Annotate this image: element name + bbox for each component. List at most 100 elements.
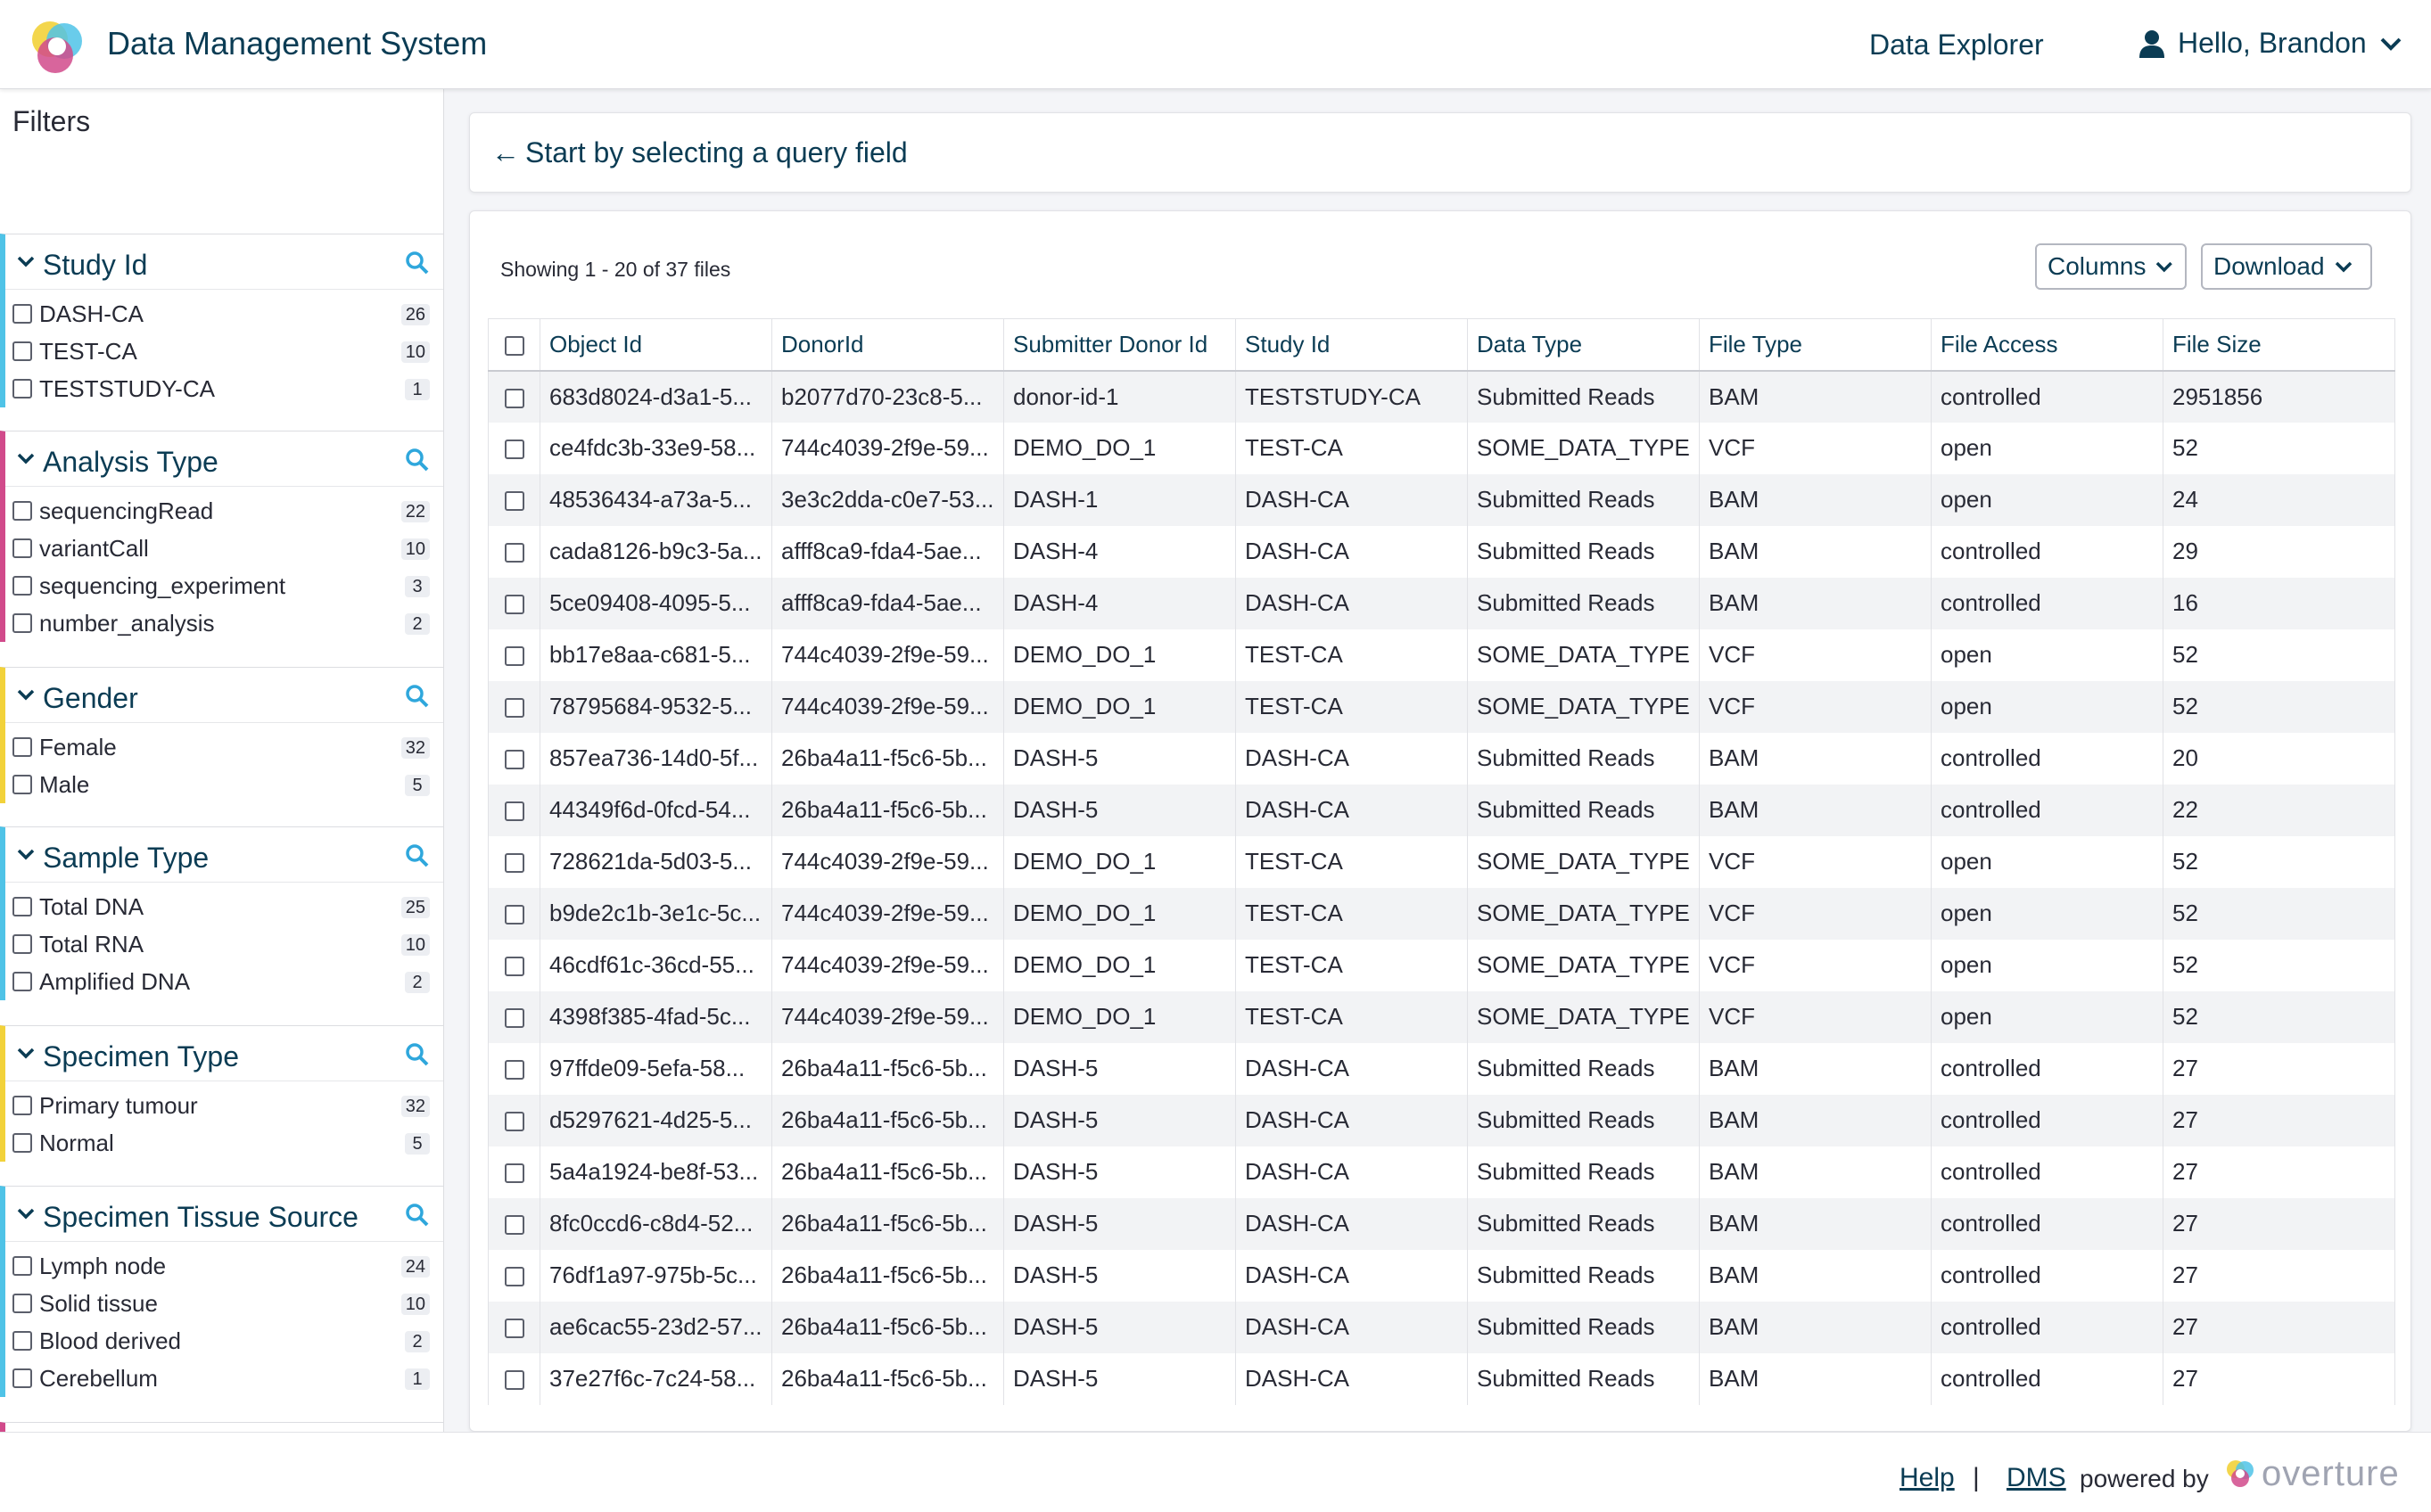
chevron-down-icon[interactable] bbox=[16, 1046, 36, 1060]
chevron-down-icon[interactable] bbox=[16, 687, 36, 702]
column-header[interactable]: File Access bbox=[1931, 318, 2163, 372]
table-row[interactable]: 46cdf61c-36cd-55... 744c4039-2f9e-59... DE… bbox=[488, 939, 2395, 991]
filter-option[interactable]: sequencingRead 22 bbox=[5, 492, 443, 530]
row-checkbox[interactable] bbox=[504, 1319, 524, 1339]
table-row[interactable]: 48536434-a73a-5... 3e3c2dda-c0e7-53... DAS… bbox=[488, 473, 2395, 526]
app-title[interactable]: Data Management System bbox=[107, 25, 487, 62]
table-row[interactable]: 683d8024-d3a1-5... b2077d70-23c8-5... dono… bbox=[488, 370, 2395, 423]
filter-checkbox[interactable] bbox=[12, 1294, 32, 1313]
table-row[interactable]: 76df1a97-975b-5c... 26ba4a11-f5c6-5b... DA… bbox=[488, 1249, 2395, 1302]
row-checkbox[interactable] bbox=[504, 440, 524, 460]
filter-checkbox[interactable] bbox=[12, 613, 32, 633]
column-header[interactable]: DonorId bbox=[771, 318, 1004, 372]
chevron-down-icon[interactable] bbox=[16, 847, 36, 861]
row-checkbox[interactable] bbox=[504, 1112, 524, 1132]
filter-option[interactable]: sequencing_experiment 3 bbox=[5, 567, 443, 604]
filter-option[interactable]: Total DNA 25 bbox=[5, 888, 443, 925]
facet-header[interactable]: Study Id bbox=[5, 234, 443, 290]
filter-option[interactable]: Solid tissue 10 bbox=[5, 1285, 443, 1322]
search-icon[interactable] bbox=[405, 1042, 430, 1067]
dms-link[interactable]: DMS bbox=[2007, 1463, 2066, 1493]
row-checkbox[interactable] bbox=[504, 1370, 524, 1391]
row-checkbox[interactable] bbox=[504, 1060, 524, 1081]
table-row[interactable]: d5297621-4d25-5... 26ba4a11-f5c6-5b... DAS… bbox=[488, 1094, 2395, 1146]
column-header[interactable]: File Type bbox=[1699, 318, 1932, 372]
filter-checkbox[interactable] bbox=[12, 304, 32, 324]
select-all-checkbox[interactable] bbox=[504, 335, 524, 356]
table-row[interactable]: 97ffde09-5efa-58... 26ba4a11-f5c6-5b... DA… bbox=[488, 1042, 2395, 1095]
column-header[interactable]: Study Id bbox=[1235, 318, 1468, 372]
facet-header[interactable]: Analysis Type bbox=[5, 431, 443, 487]
row-checkbox[interactable] bbox=[504, 801, 524, 822]
row-checkbox[interactable] bbox=[504, 543, 524, 563]
row-checkbox[interactable] bbox=[504, 1215, 524, 1236]
filter-checkbox[interactable] bbox=[12, 1331, 32, 1351]
filter-checkbox[interactable] bbox=[12, 897, 32, 916]
filter-option[interactable]: DASH-CA 26 bbox=[5, 295, 443, 333]
search-icon[interactable] bbox=[405, 1203, 430, 1228]
table-row[interactable]: cada8126-b9c3-5a... afff8ca9-fda4-5ae... D… bbox=[488, 525, 2395, 578]
filter-option[interactable]: Total RNA 10 bbox=[5, 925, 443, 963]
row-checkbox[interactable] bbox=[504, 595, 524, 615]
filter-option[interactable]: number_analysis 2 bbox=[5, 604, 443, 642]
facet-header[interactable]: Specimen Type bbox=[5, 1026, 443, 1081]
filter-option[interactable]: Cerebellum 1 bbox=[5, 1360, 443, 1397]
filter-option[interactable]: TESTSTUDY-CA 1 bbox=[5, 370, 443, 407]
download-button[interactable]: Download bbox=[2201, 243, 2372, 290]
overture-logo-icon[interactable] bbox=[2224, 1458, 2256, 1490]
table-row[interactable]: bb17e8aa-c681-5... 744c4039-2f9e-59... DEM… bbox=[488, 629, 2395, 681]
facet-header[interactable]: Gender bbox=[5, 668, 443, 723]
table-row[interactable]: 857ea736-14d0-5f... 26ba4a11-f5c6-5b... DA… bbox=[488, 732, 2395, 785]
filter-option[interactable]: Normal 5 bbox=[5, 1124, 443, 1162]
row-checkbox[interactable] bbox=[504, 646, 524, 667]
user-menu[interactable]: Hello, Brandon bbox=[2138, 27, 2402, 60]
help-link[interactable]: Help bbox=[1899, 1463, 1955, 1493]
row-checkbox[interactable] bbox=[504, 491, 524, 512]
filter-checkbox[interactable] bbox=[12, 501, 32, 521]
table-row[interactable]: 5ce09408-4095-5... afff8ca9-fda4-5ae... DA… bbox=[488, 577, 2395, 629]
table-row[interactable]: 5a4a1924-be8f-53... 26ba4a11-f5c6-5b... DA… bbox=[488, 1146, 2395, 1198]
filter-option[interactable]: TEST-CA 10 bbox=[5, 333, 443, 370]
row-checkbox[interactable] bbox=[504, 1163, 524, 1184]
table-row[interactable]: ae6cac55-23d2-57... 26ba4a11-f5c6-5b... DA… bbox=[488, 1301, 2395, 1353]
row-checkbox[interactable] bbox=[504, 750, 524, 770]
chevron-down-icon[interactable] bbox=[16, 451, 36, 465]
query-bar[interactable]: ← Start by selecting a query field bbox=[469, 112, 2411, 193]
filter-checkbox[interactable] bbox=[12, 1096, 32, 1115]
column-header[interactable]: Submitter Donor Id bbox=[1003, 318, 1236, 372]
search-icon[interactable] bbox=[405, 251, 430, 275]
filter-checkbox[interactable] bbox=[12, 341, 32, 361]
filter-checkbox[interactable] bbox=[12, 775, 32, 794]
filter-checkbox[interactable] bbox=[12, 1133, 32, 1153]
table-row[interactable]: 78795684-9532-5... 744c4039-2f9e-59... DEM… bbox=[488, 680, 2395, 733]
table-row[interactable]: 728621da-5d03-5... 744c4039-2f9e-59... DEM… bbox=[488, 835, 2395, 888]
search-icon[interactable] bbox=[405, 448, 430, 472]
filter-option[interactable]: Amplified DNA 2 bbox=[5, 963, 443, 1000]
column-header[interactable]: Object Id bbox=[540, 318, 772, 372]
search-icon[interactable] bbox=[405, 684, 430, 709]
facet-header[interactable]: Tumour Normal Designation bbox=[5, 1423, 443, 1432]
table-row[interactable]: ce4fdc3b-33e9-58... 744c4039-2f9e-59... DE… bbox=[488, 422, 2395, 474]
overture-brand[interactable]: overture bbox=[2262, 1454, 2400, 1494]
filter-checkbox[interactable] bbox=[12, 737, 32, 757]
filter-checkbox[interactable] bbox=[12, 972, 32, 991]
row-checkbox[interactable] bbox=[504, 388, 524, 408]
filter-option[interactable]: Lymph node 24 bbox=[5, 1247, 443, 1285]
dms-logo-icon[interactable] bbox=[25, 14, 89, 78]
filter-checkbox[interactable] bbox=[12, 934, 32, 954]
facet-header[interactable]: Specimen Tissue Source bbox=[5, 1187, 443, 1242]
chevron-down-icon[interactable] bbox=[16, 1206, 36, 1220]
column-header[interactable]: Data Type bbox=[1467, 318, 1700, 372]
row-checkbox[interactable] bbox=[504, 698, 524, 719]
row-checkbox[interactable] bbox=[504, 853, 524, 874]
row-checkbox[interactable] bbox=[504, 1267, 524, 1287]
facet-header[interactable]: Sample Type bbox=[5, 827, 443, 883]
filter-checkbox[interactable] bbox=[12, 1256, 32, 1276]
filter-checkbox[interactable] bbox=[12, 379, 32, 399]
table-row[interactable]: 37e27f6c-7c24-58... 26ba4a11-f5c6-5b... DA… bbox=[488, 1352, 2395, 1405]
table-row[interactable]: 44349f6d-0fcd-54... 26ba4a11-f5c6-5b... DA… bbox=[488, 784, 2395, 836]
filter-checkbox[interactable] bbox=[12, 538, 32, 558]
search-icon[interactable] bbox=[405, 843, 430, 868]
column-header[interactable]: File Size bbox=[2163, 318, 2395, 372]
filter-checkbox[interactable] bbox=[12, 576, 32, 596]
